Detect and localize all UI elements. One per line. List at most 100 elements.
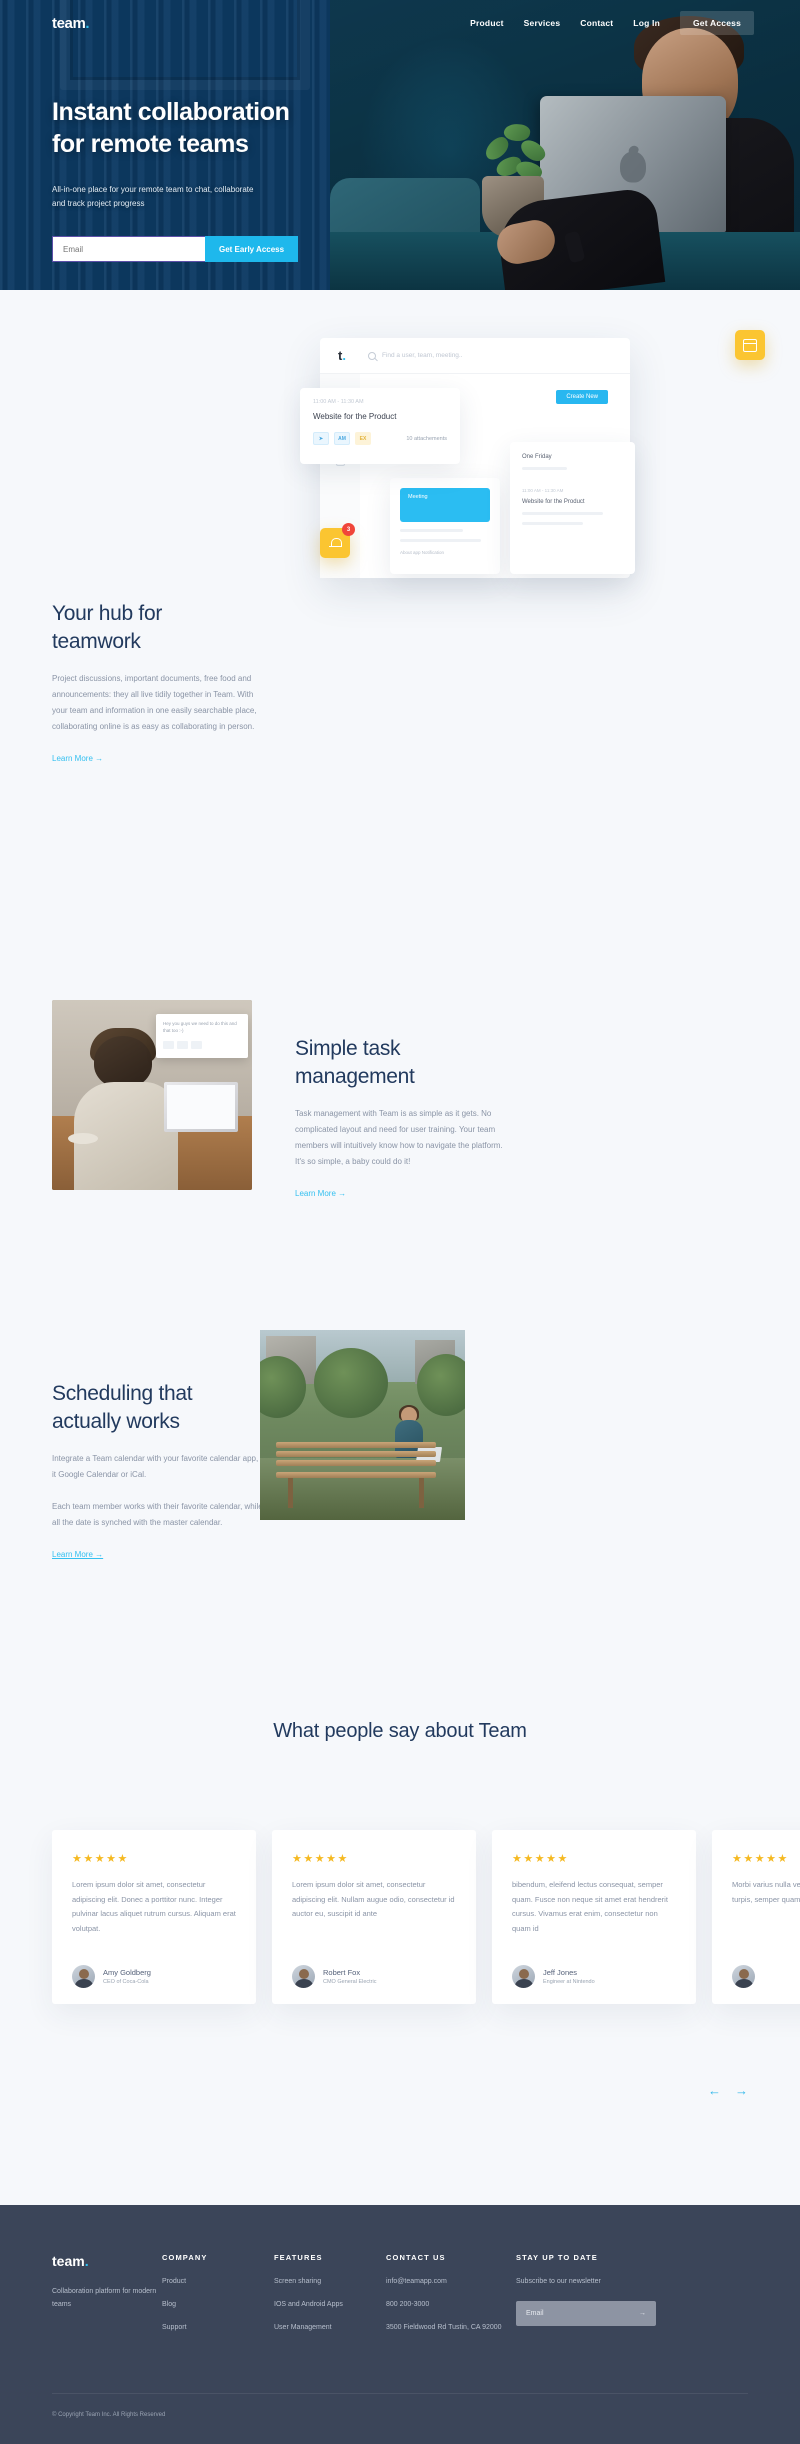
footer-logo[interactable]: team. — [52, 2253, 162, 2269]
mockup-side-item: Website for the Product — [522, 499, 585, 505]
schedule-body-1: Integrate a Team calendar with your favo… — [52, 1454, 270, 1480]
testimonial-author: Robert Fox CMO General Electric — [292, 1965, 456, 1988]
mockup-placeholder-line — [522, 522, 583, 525]
footer-logo-text: team — [52, 2253, 85, 2269]
nav-item-login[interactable]: Log In — [633, 18, 660, 28]
mockup-inner-card-a: Meeting About app Notification — [390, 478, 500, 574]
footer-link[interactable]: Product — [162, 2278, 274, 2285]
schedule-learn-more-link[interactable]: Learn More → — [52, 1550, 103, 1559]
testimonial-text: bibendum, eleifend lectus consequat, sem… — [512, 1880, 668, 1933]
mockup-logo-dot: . — [342, 348, 346, 363]
testimonial-author-role: CMO General Electric — [323, 1979, 377, 1985]
rating-stars: ★★★★★ — [512, 1853, 569, 1865]
hub-title-line1: Your hub for — [52, 602, 163, 625]
hero-subtitle: All-in-one place for your remote team to… — [52, 185, 254, 208]
mockup-inner-card-b: One Friday 11:00 AM - 11:30 AM Website f… — [510, 442, 635, 574]
mockup-search-bar[interactable]: Find a user, team, meeting.. — [367, 351, 463, 360]
arrow-left-icon[interactable]: ← — [708, 2083, 721, 2098]
testimonial-author-name: Jeff Jones — [543, 1968, 578, 1977]
bell-icon — [328, 537, 342, 549]
schedule-title-line1: Scheduling that — [52, 1382, 193, 1405]
footer-newsletter: STAY UP TO DATE Subscribe to our newslet… — [516, 2253, 656, 2331]
footer-link[interactable]: Support — [162, 2324, 274, 2331]
task-body: Task management with Team is as simple a… — [295, 1109, 503, 1167]
hub-title-line2: teamwork — [52, 629, 141, 653]
arrow-right-icon[interactable]: → — [735, 2083, 748, 2098]
footer-contact-email[interactable]: info@teamapp.com — [386, 2278, 516, 2285]
nav-item-product[interactable]: Product — [470, 18, 504, 28]
footer-heading: COMPANY — [162, 2253, 208, 2262]
schedule-title-line2: actually works — [52, 1409, 180, 1433]
avatar — [292, 1965, 315, 1988]
laptop-logo-icon — [620, 151, 646, 183]
footer-contact-phone[interactable]: 800 200-3000 — [386, 2301, 516, 2308]
testimonial-text: Lorem ipsum dolor sit amet, consectetur … — [72, 1880, 236, 1933]
task-title-line1: Simple task — [295, 1037, 401, 1060]
mockup-teal-label: Meeting — [408, 494, 428, 500]
nav-item-contact[interactable]: Contact — [580, 18, 613, 28]
schedule-image-bench — [276, 1442, 436, 1508]
mockup-card-title: Website for the Product — [313, 412, 397, 421]
mockup-inner-label: About app Notification — [400, 550, 445, 555]
arrow-right-icon[interactable]: → — [639, 2310, 646, 2317]
testimonial-text: Morbi varius nulla vel mi urna bibendum … — [732, 1880, 800, 1904]
avatar — [512, 1965, 535, 1988]
mockup-chip-ex: EX — [355, 432, 371, 445]
hero-signup-form: Get Early Access — [52, 236, 299, 262]
testimonials-carousel: ★★★★★ Lorem ipsum dolor sit amet, consec… — [52, 1830, 800, 2004]
task-note-chips — [163, 1041, 241, 1050]
mockup-card-footer: ➤ AM EX 10 attachements — [313, 432, 447, 445]
hero-email-input[interactable] — [52, 236, 205, 262]
testimonials-heading: What people say about Team — [273, 1720, 527, 1742]
get-early-access-button[interactable]: Get Early Access — [205, 236, 299, 262]
carousel-controls: ← → — [708, 2083, 748, 2098]
task-image: Hey you guys we need to do this and that… — [52, 1000, 252, 1190]
calendar-icon-badge[interactable] — [735, 330, 765, 360]
task-image-note-card: Hey you guys we need to do this and that… — [156, 1014, 248, 1058]
footer-tagline: Collaboration platform for modern teams — [52, 2288, 157, 2308]
notification-bell-badge[interactable]: 3 — [320, 523, 355, 558]
footer-copyright: © Copyright Team Inc. All Rights Reserve… — [52, 2412, 166, 2418]
footer-link[interactable]: Screen sharing — [274, 2278, 386, 2285]
footer-columns: team. Collaboration platform for modern … — [52, 2253, 656, 2331]
newsletter-placeholder: Email — [526, 2310, 544, 2317]
task-learn-more-link[interactable]: Learn More → — [295, 1189, 346, 1198]
hub-learn-more-link[interactable]: Learn More → — [52, 754, 103, 763]
hero-content: Instant collaboration for remote teams A… — [52, 96, 299, 262]
task-image-head — [94, 1036, 152, 1088]
task-note-text: Hey you guys we need to do this and that… — [163, 1021, 237, 1034]
calendar-icon — [743, 338, 757, 352]
schedule-image — [260, 1330, 465, 1520]
schedule-section: Scheduling that actually works Integrate… — [52, 1380, 272, 1562]
get-access-button[interactable]: Get Access — [680, 11, 754, 35]
send-icon[interactable]: ➤ — [313, 432, 329, 445]
footer-link[interactable]: User Management — [274, 2324, 386, 2331]
task-section: Simple task management Task management w… — [295, 1035, 510, 1201]
newsletter-input[interactable]: Email → — [516, 2301, 656, 2326]
hub-section: Your hub for teamwork Project discussion… — [52, 600, 267, 766]
mockup-search-placeholder: Find a user, team, meeting.. — [381, 352, 463, 359]
testimonial-author — [732, 1965, 800, 1988]
testimonial-card: ★★★★★ Lorem ipsum dolor sit amet, consec… — [272, 1830, 476, 2004]
footer-heading: CONTACT US — [386, 2253, 446, 2262]
newsletter-subtitle: Subscribe to our newsletter — [516, 2278, 601, 2285]
hero-title-line1: Instant collaboration — [52, 98, 290, 126]
mockup-create-button[interactable]: Create New — [556, 390, 608, 404]
footer-link[interactable]: IOS and Android Apps — [274, 2301, 386, 2308]
top-navigation: team. Product Services Contact Log In Ge… — [0, 0, 800, 46]
footer-logo-dot: . — [84, 2253, 89, 2269]
schedule-image-tree — [417, 1354, 465, 1416]
mockup-placeholder-line — [400, 529, 463, 532]
footer: team. Collaboration platform for modern … — [0, 2205, 800, 2444]
plant-leaves — [480, 120, 550, 184]
footer-link[interactable]: Blog — [162, 2301, 274, 2308]
brand-logo-dot: . — [85, 14, 90, 32]
nav-item-services[interactable]: Services — [524, 18, 561, 28]
hero-title-line2: for remote teams — [52, 130, 249, 158]
brand-logo[interactable]: team. — [52, 14, 90, 32]
testimonial-text: Lorem ipsum dolor sit amet, consectetur … — [292, 1880, 455, 1919]
footer-column-company: COMPANY Product Blog Support — [162, 2253, 274, 2331]
testimonial-author: Amy Goldberg CEO of Coca-Cola — [72, 1965, 236, 1988]
mockup-placeholder-line — [522, 467, 568, 470]
mockup-logo: t. — [338, 348, 346, 363]
